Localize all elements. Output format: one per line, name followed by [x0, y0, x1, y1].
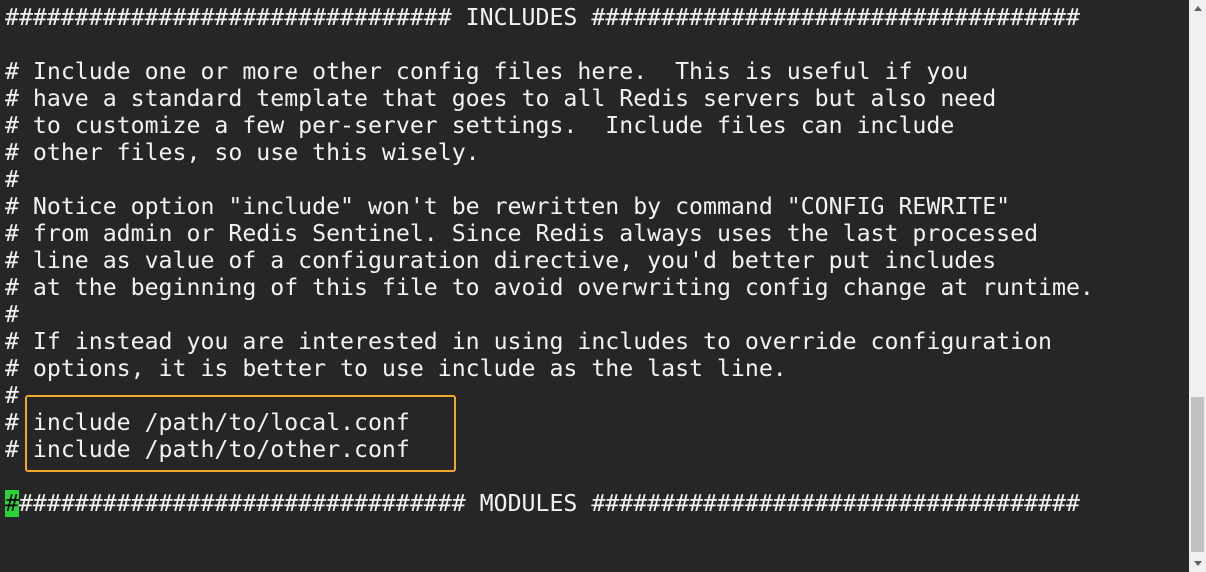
scroll-up-button[interactable]: [1189, 0, 1206, 17]
terminal-text-area[interactable]: ################################ INCLUDE…: [5, 4, 1187, 572]
config-line: #: [5, 301, 19, 328]
config-line: #: [5, 166, 19, 193]
config-line: #: [5, 382, 19, 409]
scrollbar-thumb[interactable]: [1191, 397, 1204, 552]
config-line: # Include one or more other config files…: [5, 58, 969, 85]
modules-header-text: ################################ MODULES…: [18, 490, 1080, 517]
include-other-conf-line: # include /path/to/other.conf: [5, 436, 410, 463]
vertical-scrollbar[interactable]: [1189, 0, 1206, 572]
text-cursor: #: [5, 490, 19, 517]
config-line: # at the beginning of this file to avoid…: [5, 274, 1094, 301]
config-line: # have a standard template that goes to …: [5, 85, 997, 112]
config-line: # Notice option "include" won't be rewri…: [5, 193, 1011, 220]
scroll-down-button[interactable]: [1189, 555, 1206, 572]
config-line: ################################ INCLUDE…: [5, 4, 1080, 31]
config-line: # other files, so use this wisely.: [5, 139, 480, 166]
triangle-up-icon: [1193, 6, 1202, 11]
config-line: # If instead you are interested in using…: [5, 328, 1053, 355]
terminal-window[interactable]: ################################ INCLUDE…: [0, 0, 1206, 572]
config-line: # options, it is better to use include a…: [5, 355, 787, 382]
config-line: # to customize a few per-server settings…: [5, 112, 955, 139]
config-line: # line as value of a configuration direc…: [5, 247, 997, 274]
triangle-down-icon: [1193, 561, 1202, 566]
modules-header-line: ################################# MODULE…: [5, 490, 1187, 517]
include-local-conf-line: # include /path/to/local.conf: [5, 409, 410, 436]
config-line: # from admin or Redis Sentinel. Since Re…: [5, 220, 1039, 247]
config-line: [5, 31, 1187, 58]
config-line: [5, 463, 1187, 490]
